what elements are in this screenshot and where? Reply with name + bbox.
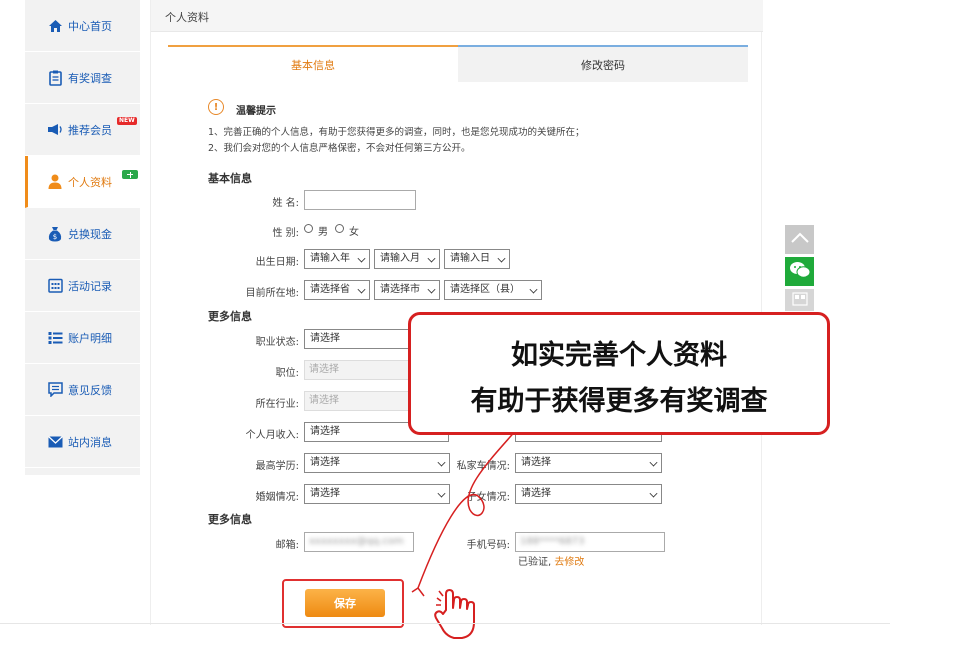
sidebar-item-messages[interactable]: 站内消息 xyxy=(25,416,140,468)
home-icon xyxy=(47,18,63,34)
section-title-basic: 基本信息 xyxy=(208,172,252,185)
user-icon xyxy=(47,174,63,190)
email-field[interactable]: xxxxxxxx@qq.com xyxy=(304,532,414,552)
chevron-down-icon xyxy=(427,285,436,294)
sidebar-item-profile[interactable]: 个人资料 xyxy=(25,156,140,208)
comment-icon xyxy=(47,382,63,398)
wechat-button[interactable] xyxy=(785,257,814,286)
page-title: 个人资料 xyxy=(165,11,209,24)
chevron-down-icon xyxy=(357,285,366,294)
birth-day-select[interactable]: 请输入日 xyxy=(444,249,510,269)
callout-box: 如实完善个人资料 有助于获得更多有奖调查 xyxy=(408,312,830,435)
province-select[interactable]: 请选择省 xyxy=(304,280,370,300)
select-value: 请选择市 xyxy=(380,284,420,295)
change-phone-link[interactable]: 去修改 xyxy=(554,557,584,568)
save-button[interactable]: 保存 xyxy=(305,589,385,617)
callout-line-1: 如实完善个人资料 xyxy=(511,340,727,371)
education-label: 最高学历: xyxy=(255,461,299,472)
sidebar-item-label: 站内消息 xyxy=(68,435,112,449)
name-input[interactable] xyxy=(304,190,416,210)
sidebar: 中心首页 有奖调查 推荐会员 NEW 个人资料 $ 兑换现金 活动记录 账户明细… xyxy=(25,0,140,475)
tips-line-2: 2、我们会对您的个人信息严格保密，不会对任何第三方公开。 xyxy=(208,143,471,154)
sidebar-item-home[interactable]: 中心首页 xyxy=(25,0,140,52)
chevron-down-icon xyxy=(427,254,436,263)
tips-line-1: 1、完善正确的个人信息，有助于您获得更多的调查，同时，也是您兑现成功的关键所在； xyxy=(208,127,585,138)
location-label: 目前所在地: xyxy=(245,288,299,299)
sidebar-item-label: 个人资料 xyxy=(68,175,112,189)
city-select[interactable]: 请选择市 xyxy=(374,280,440,300)
page-root: 中心首页 有奖调查 推荐会员 NEW 个人资料 $ 兑换现金 活动记录 账户明细… xyxy=(0,0,960,650)
hand-pointer-icon xyxy=(434,589,475,639)
section-title-more: 更多信息 xyxy=(208,310,252,323)
qrcode-icon xyxy=(791,291,808,309)
qrcode-button[interactable] xyxy=(785,289,814,311)
select-value: 请输入年 xyxy=(310,253,350,264)
tab-change-password[interactable]: 修改密码 xyxy=(458,45,748,82)
mail-icon xyxy=(47,434,63,450)
position-label: 职位: xyxy=(275,368,299,379)
select-value: 请输入日 xyxy=(450,253,490,264)
chevron-down-icon xyxy=(497,254,506,263)
name-label: 姓 名: xyxy=(272,198,299,209)
email-label: 邮箱: xyxy=(275,540,299,551)
gender-female-radio[interactable] xyxy=(335,224,344,233)
page-header: 个人资料 xyxy=(151,0,763,32)
sidebar-item-referral[interactable]: 推荐会员 NEW xyxy=(25,104,140,156)
chevron-up-icon xyxy=(790,232,810,247)
calendar-icon xyxy=(47,278,63,294)
select-value: 请选择 xyxy=(310,488,340,499)
footer-divider xyxy=(0,623,890,624)
warning-icon: ! xyxy=(208,99,224,115)
sidebar-item-exchange[interactable]: $ 兑换现金 xyxy=(25,208,140,260)
chevron-down-icon xyxy=(357,254,366,263)
money-bag-icon: $ xyxy=(47,226,63,242)
section-title-contact: 更多信息 xyxy=(208,513,252,526)
sidebar-item-label: 活动记录 xyxy=(68,279,112,293)
sidebar-item-activity[interactable]: 活动记录 xyxy=(25,260,140,312)
sidebar-item-survey[interactable]: 有奖调查 xyxy=(25,52,140,104)
back-to-top-button[interactable] xyxy=(785,225,814,254)
tab-bar: 基本信息 修改密码 xyxy=(168,45,748,82)
sidebar-item-label: 意见反馈 xyxy=(68,383,112,397)
chevron-down-icon xyxy=(649,458,658,467)
svg-text:$: $ xyxy=(53,233,57,241)
tips-title: 温馨提示 xyxy=(236,106,276,117)
gender-male-radio[interactable] xyxy=(304,224,313,233)
callout-line-2: 有助于获得更多有奖调查 xyxy=(470,386,768,417)
sidebar-item-label: 中心首页 xyxy=(68,19,112,33)
tab-basic-info[interactable]: 基本信息 xyxy=(168,45,458,82)
select-value: 请选择 xyxy=(310,457,340,468)
sidebar-item-label: 兑换现金 xyxy=(68,227,112,241)
gender-female-label: 女 xyxy=(349,227,359,238)
gender-label: 性 别: xyxy=(272,228,299,239)
sidebar-item-feedback[interactable]: 意见反馈 xyxy=(25,364,140,416)
sidebar-item-label: 账户明细 xyxy=(68,331,112,345)
job-status-label: 职业状态: xyxy=(255,337,299,348)
wechat-icon xyxy=(789,261,811,282)
sidebar-item-label: 有奖调查 xyxy=(68,71,112,85)
email-value: xxxxxxxx@qq.com xyxy=(309,536,404,547)
district-select[interactable]: 请选择区（县） xyxy=(444,280,542,300)
megaphone-icon xyxy=(47,122,63,138)
sidebar-item-account[interactable]: 账户明细 xyxy=(25,312,140,364)
list-icon xyxy=(47,330,63,346)
select-value: 请选择 xyxy=(310,426,340,437)
plus-badge-icon xyxy=(122,170,138,179)
birth-month-select[interactable]: 请输入月 xyxy=(374,249,440,269)
birth-label: 出生日期: xyxy=(255,257,299,268)
marriage-label: 婚姻情况: xyxy=(255,492,299,503)
select-value: 请选择区（县） xyxy=(450,284,520,295)
sidebar-item-label: 推荐会员 xyxy=(68,123,112,137)
income-label: 个人月收入: xyxy=(245,430,299,441)
select-value: 请选择 xyxy=(310,333,340,344)
chevron-down-icon xyxy=(649,489,658,498)
clipboard-icon xyxy=(47,70,63,86)
industry-label: 所在行业: xyxy=(255,399,299,410)
select-value: 请选择省 xyxy=(310,284,350,295)
gender-male-label: 男 xyxy=(318,227,328,238)
chevron-down-icon xyxy=(529,285,538,294)
new-badge: NEW xyxy=(117,117,137,125)
birth-year-select[interactable]: 请输入年 xyxy=(304,249,370,269)
select-value: 请输入月 xyxy=(380,253,420,264)
